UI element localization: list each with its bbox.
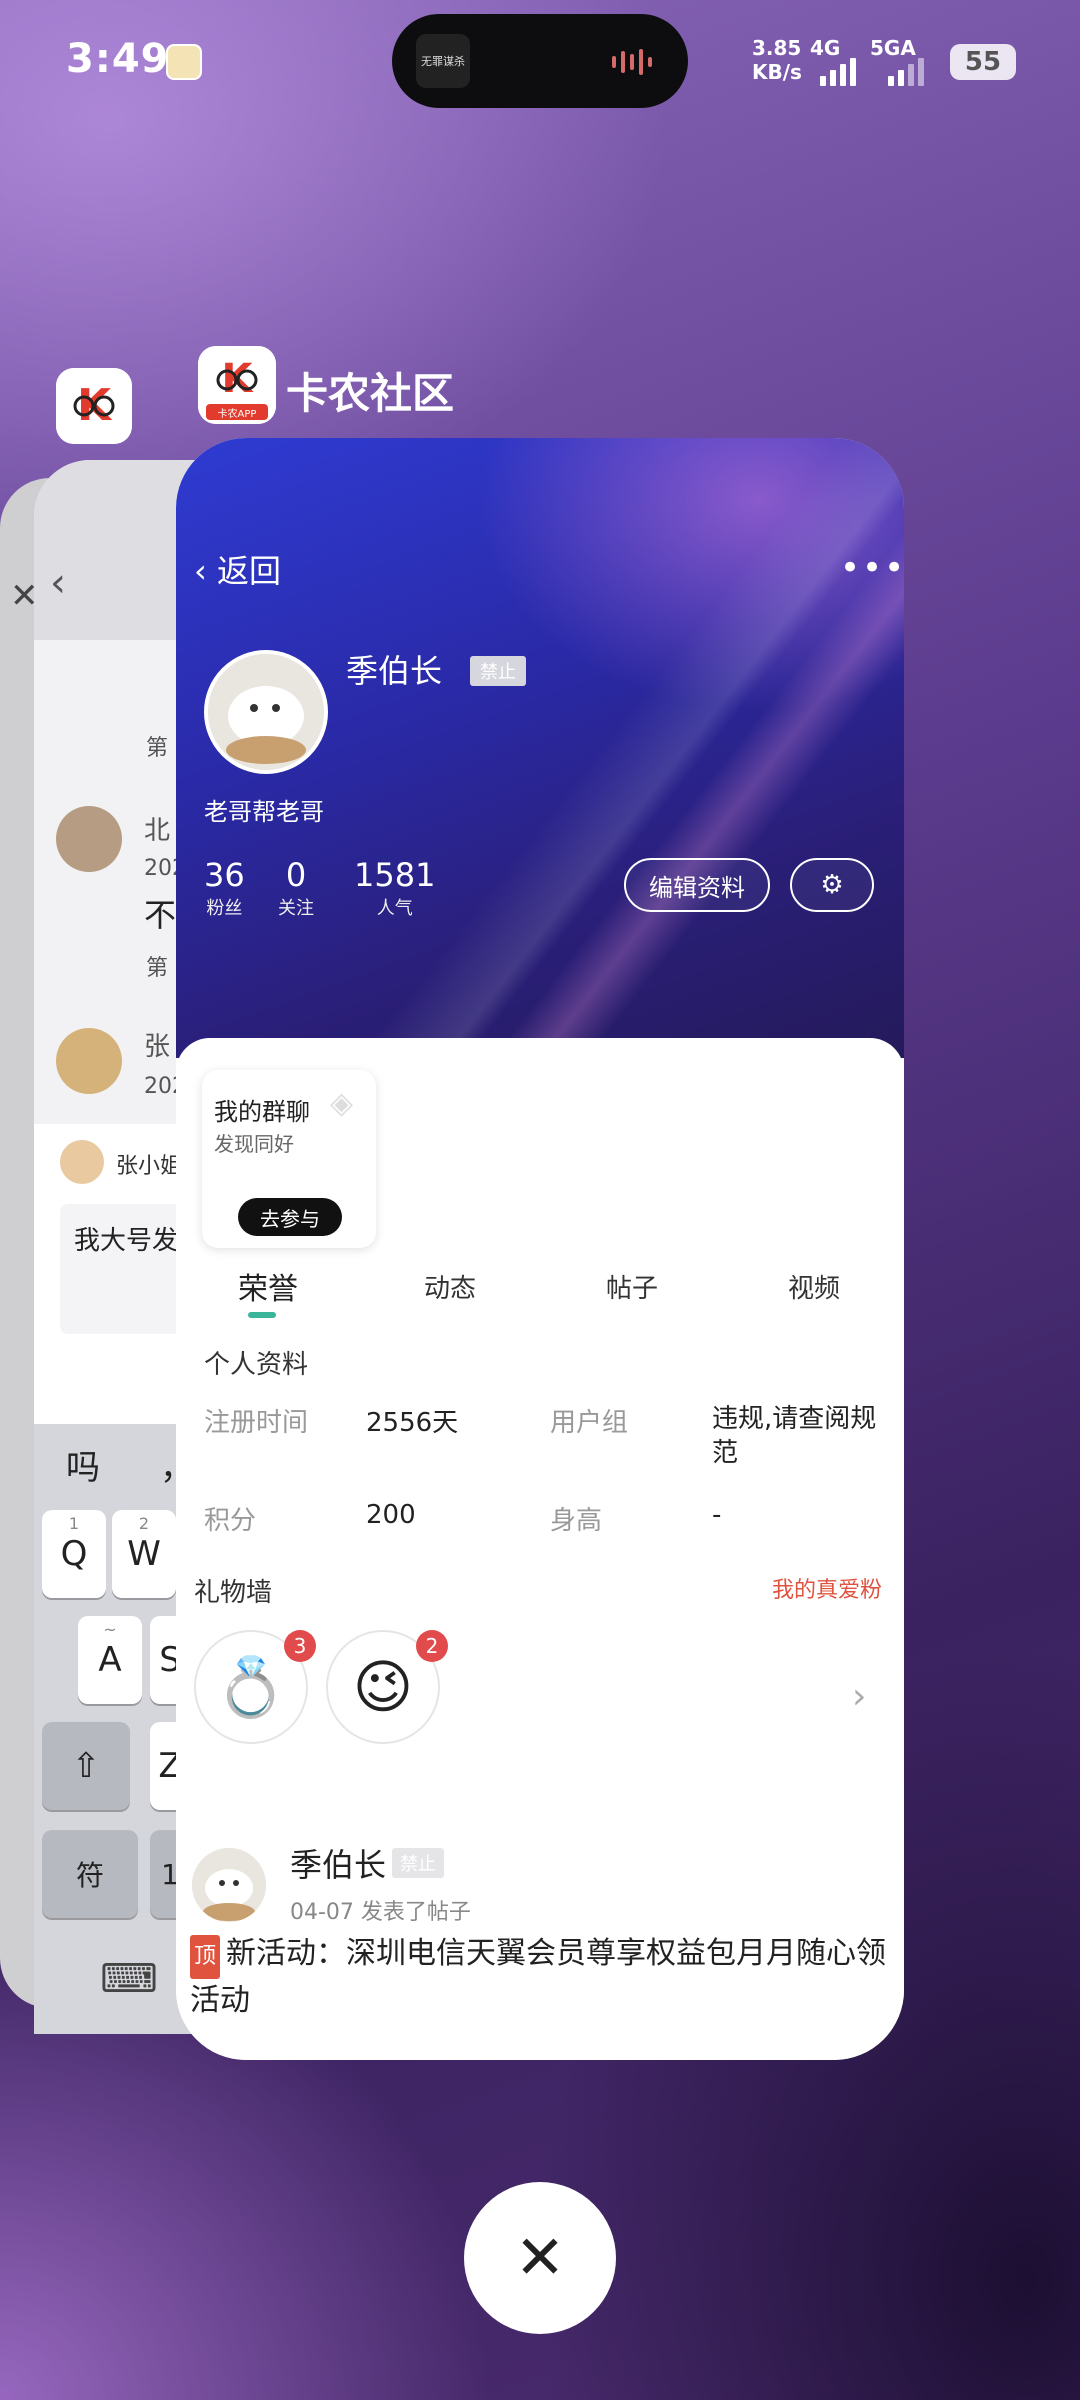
recent-app-card-main[interactable]: ‹ 返回 ••• 季伯长 禁止 老哥帮老哥 36 粉丝 0 关注 1581 人气… [176, 438, 904, 2060]
key-q[interactable]: 1Q [42, 1510, 106, 1598]
stat-fans[interactable]: 36 粉丝 [204, 856, 245, 920]
signal-icon [820, 52, 856, 86]
tab-videos[interactable]: 视频 [788, 1268, 840, 1305]
tab-activity[interactable]: 动态 [424, 1268, 476, 1305]
group-chat-title: 我的群聊 [214, 1098, 310, 1126]
field-value-group: 违规,请查阅规范 [712, 1404, 877, 1468]
media-thumbnail: 无罪谋杀 [416, 34, 470, 88]
keyboard-switch-icon[interactable]: ⌨ [100, 1956, 158, 2002]
back-button[interactable]: ‹ 返回 [194, 546, 281, 592]
more-icon[interactable]: ••• [840, 548, 904, 588]
post-avatar[interactable] [192, 1848, 266, 1922]
bg-row3-name: 张 [144, 1032, 171, 1062]
stat-popularity: 1581 人气 [354, 856, 435, 920]
stat-following[interactable]: 0 关注 [278, 856, 314, 920]
chevron-right-icon[interactable]: › [852, 1676, 866, 1717]
bg-row2-name: 北 [144, 816, 171, 846]
bg-row2-sub: 第 [146, 956, 169, 981]
bio: 老哥帮老哥 [204, 798, 324, 826]
avatar[interactable] [204, 650, 328, 774]
gift-count-badge: 3 [284, 1630, 316, 1662]
join-button[interactable]: 去参与 [238, 1198, 342, 1236]
candidate-1[interactable]: 吗 [66, 1440, 100, 1489]
tab-honor[interactable]: 荣誉 [238, 1264, 298, 1308]
group-chat-subtitle: 发现同好 [214, 1132, 294, 1156]
tag-icon: ◈ [330, 1086, 354, 1121]
field-label-points: 积分 [204, 1506, 257, 1536]
field-label-group: 用户组 [550, 1408, 629, 1438]
true-fans-link[interactable]: 我的真爱粉 [772, 1572, 882, 1604]
gift-count-badge: 2 [416, 1630, 448, 1662]
bg-avatar-2 [56, 1028, 122, 1094]
network-speed-value: 3.85 [752, 36, 802, 60]
battery-icon: 55 [950, 44, 1016, 80]
field-value-height: - [712, 1500, 722, 1530]
post-meta: 04-07 发表了帖子 [290, 1900, 471, 1925]
stat-following-label: 关注 [278, 898, 314, 919]
stat-fans-label: 粉丝 [206, 898, 243, 919]
personal-info-title: 个人资料 [204, 1350, 309, 1380]
status-time: 3:49 [66, 36, 170, 82]
stat-popularity-value: 1581 [354, 856, 436, 894]
signal-icon-2 [888, 52, 924, 86]
stat-following-value: 0 [285, 856, 307, 894]
field-value-register: 2556天 [366, 1408, 459, 1438]
chevron-left-icon[interactable]: ‹ [50, 560, 66, 606]
app-icon-label: 卡农APP [217, 409, 257, 420]
chat-name: 张小姐 [116, 1154, 183, 1179]
post-ban-badge: 禁止 [392, 1848, 444, 1878]
app-icon-secondary[interactable]: K [56, 368, 132, 444]
chat-input-text: 我大号发 [74, 1226, 179, 1256]
field-label-register: 注册时间 [204, 1408, 309, 1438]
key-a[interactable]: ~ A [78, 1616, 142, 1704]
network-speed-unit: KB/s [752, 60, 802, 84]
stat-popularity-label: 人气 [376, 898, 413, 919]
pinned-badge: 顶 [190, 1935, 221, 1979]
edit-profile-button[interactable]: 编辑资料 [624, 858, 770, 912]
shift-key[interactable]: ⇧ [42, 1722, 130, 1810]
audio-wave-icon [612, 48, 662, 76]
post-title[interactable]: 顶新活动：深圳电信天翼会员尊享权益包月月随心领活动 [190, 1932, 890, 2023]
field-value-points: 200 [366, 1500, 416, 1530]
bg-row2-content: 不 [144, 896, 177, 934]
gift-wall-title: 礼物墙 [194, 1578, 273, 1608]
bg-row1: 第 [146, 736, 169, 761]
field-label-height: 身高 [550, 1506, 603, 1536]
tab-posts[interactable]: 帖子 [606, 1268, 658, 1305]
ban-badge: 禁止 [470, 656, 526, 686]
chat-avatar [60, 1140, 104, 1184]
notification-app-icon [166, 44, 202, 80]
symbol-key[interactable]: 符 [42, 1830, 138, 1918]
post-author[interactable]: 季伯长 [290, 1840, 386, 1886]
network-speed: 3.85 KB/s [752, 36, 802, 84]
app-name: 卡农社区 [286, 369, 455, 418]
app-icon[interactable]: K 卡农APP [198, 346, 276, 424]
close-icon[interactable]: ✕ [10, 576, 39, 616]
bg-avatar-1 [56, 806, 122, 872]
clear-all-button[interactable]: ✕ [464, 2182, 616, 2334]
username: 季伯长 [346, 652, 443, 690]
settings-icon[interactable]: ⚙ [790, 858, 874, 912]
post-title-text: 新活动：深圳电信天翼会员尊享权益包月月随心领活动 [190, 1936, 887, 2018]
stat-fans-value: 36 [204, 856, 245, 894]
tab-underline [248, 1312, 276, 1318]
key-w[interactable]: 2W [112, 1510, 176, 1598]
